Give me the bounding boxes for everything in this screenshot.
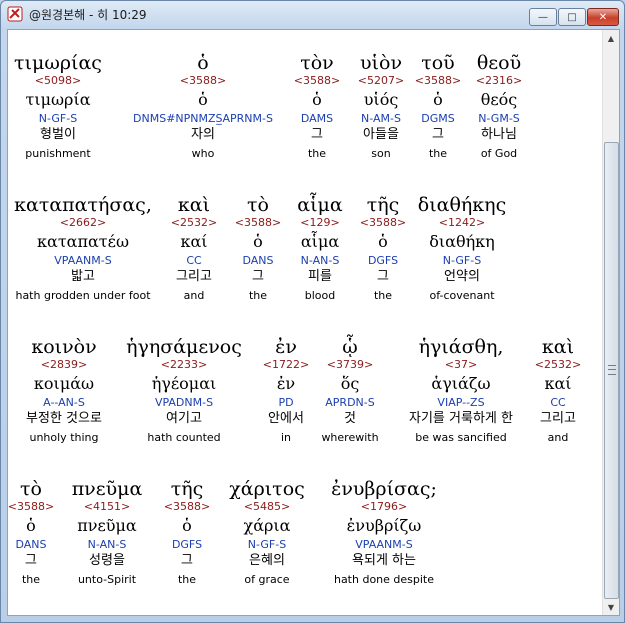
- english-gloss: of-covenant: [429, 289, 495, 302]
- korean-gloss: 언약의: [444, 269, 480, 284]
- scroll-down-arrow-icon[interactable]: ▼: [603, 599, 619, 615]
- vertical-scrollbar[interactable]: ▲ ▼: [602, 30, 619, 615]
- interlinear-content: τιμωρίας <5098> τιμωρία N-GF-S 형벌이 punishment…: [8, 30, 603, 615]
- english-gloss: hath done despite: [333, 573, 435, 586]
- parsing-code: CC: [550, 396, 566, 409]
- grip-icon: [608, 365, 616, 375]
- title-bar[interactable]: @원경본해 - 히 10:29 — □ ✕: [1, 1, 624, 29]
- maximize-button[interactable]: □: [558, 8, 586, 26]
- lemma: καί: [544, 374, 572, 393]
- greek-word: θεοῦ: [476, 52, 522, 74]
- lemma: θεός: [480, 90, 518, 109]
- korean-gloss: 하나님: [481, 127, 517, 142]
- main-window: @원경본해 - 히 10:29 — □ ✕ τιμωρίας <5098> τιμω…: [0, 0, 625, 623]
- english-gloss: and: [547, 431, 569, 444]
- interlinear-view: τιμωρίας <5098> τιμωρία N-GF-S 형벌이 punishment…: [7, 29, 620, 616]
- parsing-code: N-GF-S: [442, 254, 482, 267]
- english-gloss: of God: [480, 147, 518, 160]
- lemma: ἐνυβρίζω: [346, 516, 422, 535]
- selection-highlight: [8, 30, 72, 50]
- greek-word: ἐνυβρίσας;: [331, 478, 437, 500]
- korean-gloss: 그리고: [540, 411, 576, 426]
- strong-number: <1796>: [360, 500, 408, 513]
- close-button[interactable]: ✕: [587, 8, 619, 26]
- strong-number: <2316>: [475, 74, 523, 87]
- lemma: διαθήκη: [429, 232, 495, 251]
- parsing-code: N-GM-S: [478, 112, 520, 125]
- app-icon[interactable]: [7, 6, 23, 22]
- greek-word: καὶ: [541, 336, 575, 358]
- korean-gloss: 욕되게 하는: [352, 553, 416, 568]
- greek-word: διαθήκης: [417, 194, 507, 216]
- minimize-button[interactable]: —: [529, 8, 557, 26]
- strong-number: <1242>: [438, 216, 486, 229]
- scroll-up-arrow-icon[interactable]: ▲: [603, 30, 619, 46]
- window-title: @원경본해 - 히 10:29: [29, 8, 147, 22]
- parsing-code: VPAANM-S: [355, 538, 413, 551]
- scrollbar-thumb[interactable]: [604, 142, 619, 599]
- strong-number: <2532>: [534, 358, 582, 371]
